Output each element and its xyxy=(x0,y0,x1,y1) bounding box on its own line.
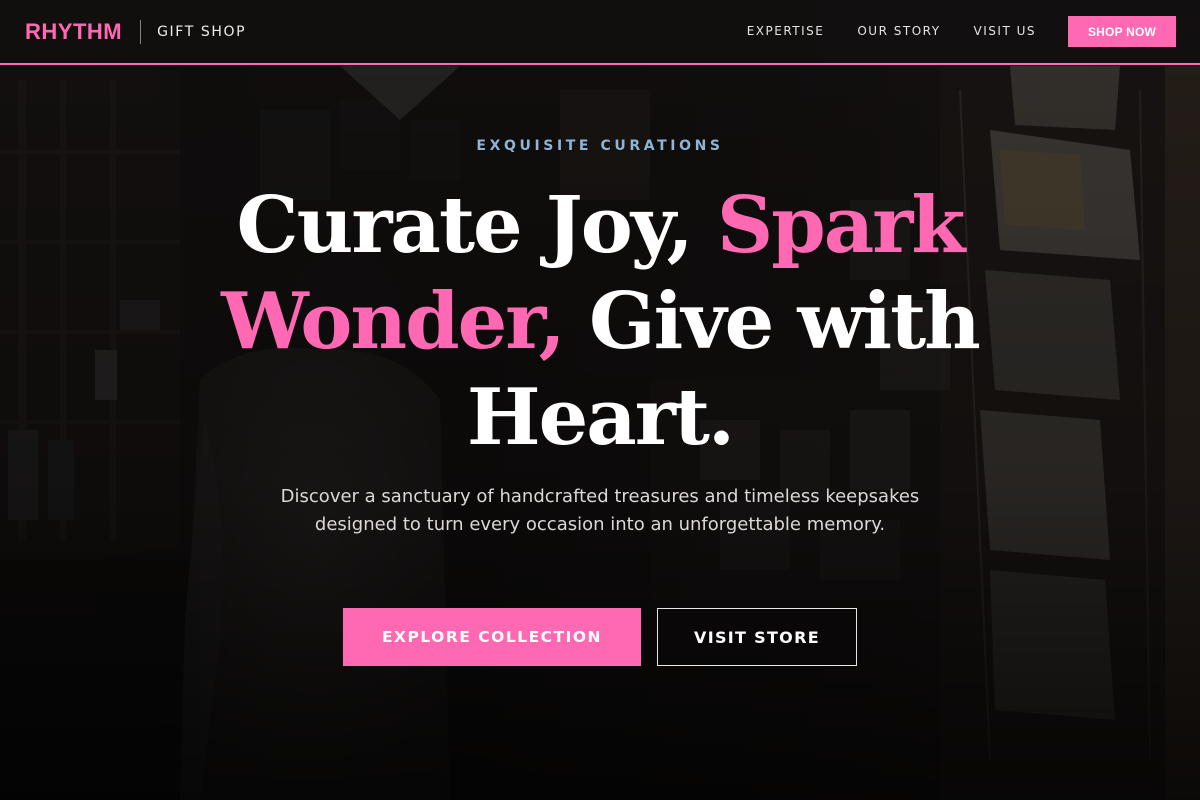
brand-divider xyxy=(140,20,142,44)
hero-section: EXQUISITE CURATIONS Curate Joy, Spark Wo… xyxy=(0,0,1200,800)
brand-subtitle: GIFT SHOP xyxy=(157,24,247,40)
nav-link-expertise[interactable]: EXPERTISE xyxy=(747,24,825,38)
nav-link-our-story[interactable]: OUR STORY xyxy=(857,24,940,38)
hero-eyebrow: EXQUISITE CURATIONS xyxy=(476,138,724,154)
nav-link-visit-us[interactable]: VISIT US xyxy=(974,24,1036,38)
hero-headline: Curate Joy, Spark Wonder, Give with Hear… xyxy=(150,178,1050,466)
brand-logo[interactable]: RHYTHM GIFT SHOP xyxy=(25,18,246,46)
visit-store-button[interactable]: VISIT STORE xyxy=(657,608,857,666)
headline-part-1: Curate Joy, xyxy=(236,180,717,271)
site-header: RHYTHM GIFT SHOP EXPERTISE OUR STORY VIS… xyxy=(0,0,1200,65)
main-nav: EXPERTISE OUR STORY VISIT US xyxy=(747,24,1036,38)
explore-collection-button[interactable]: EXPLORE COLLECTION xyxy=(343,608,641,666)
shop-now-button[interactable]: SHOP NOW xyxy=(1068,16,1176,47)
hero-description: Discover a sanctuary of handcrafted trea… xyxy=(280,486,920,535)
brand-name: RHYTHM xyxy=(25,19,123,44)
